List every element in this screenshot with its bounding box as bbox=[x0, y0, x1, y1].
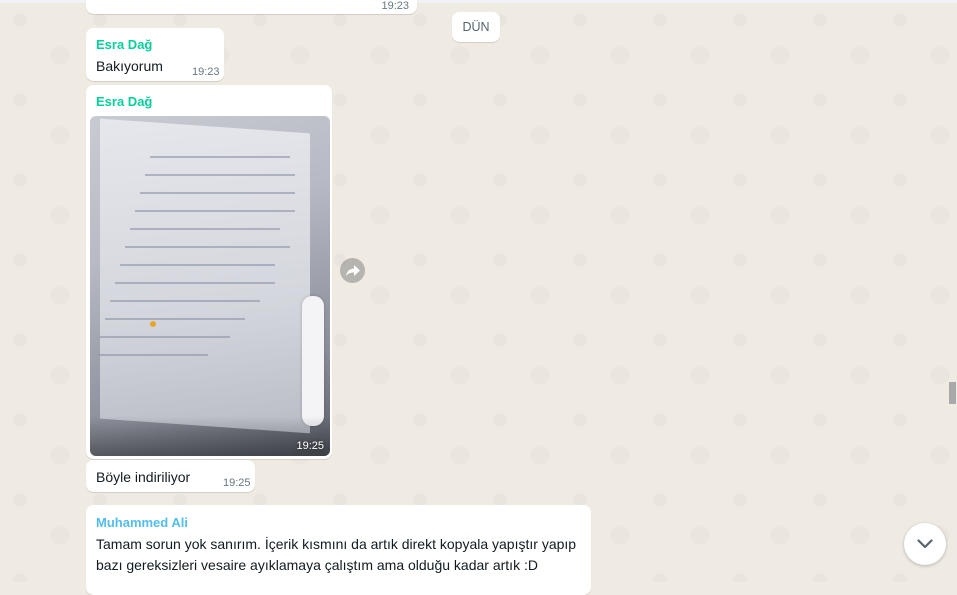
image-text-line bbox=[98, 354, 208, 356]
scrollbar-thumb[interactable] bbox=[949, 382, 956, 404]
image-content-paper bbox=[100, 118, 310, 434]
image-text-line bbox=[100, 336, 230, 338]
image-message-bubble[interactable]: Esra Dağ 19:25 bbox=[86, 85, 332, 459]
date-separator: DÜN bbox=[452, 12, 500, 42]
sender-name[interactable]: Muhammed Ali bbox=[96, 515, 188, 530]
message-time: 19:25 bbox=[223, 477, 251, 489]
sender-name[interactable]: Esra Dağ bbox=[96, 37, 152, 52]
sender-name[interactable]: Esra Dağ bbox=[96, 94, 152, 109]
image-text-line bbox=[135, 210, 295, 212]
message-bubble[interactable]: Esra Dağ Bakıyorum 19:23 bbox=[86, 28, 224, 81]
image-emoji-dot bbox=[150, 321, 156, 327]
image-text-line bbox=[130, 228, 280, 230]
image-text-line bbox=[145, 174, 295, 176]
message-text: Böyle indiriliyor bbox=[96, 469, 191, 485]
message-text-line-1: Tamam sorun yok sanırım. İçerik kısmını … bbox=[96, 536, 577, 552]
image-text-line bbox=[150, 156, 290, 158]
image-text-line bbox=[125, 246, 290, 248]
message-bubble[interactable]: Böyle indiriliyor 19:25 bbox=[86, 460, 255, 492]
image-text-line bbox=[115, 282, 275, 284]
image-attachment[interactable]: 19:25 bbox=[90, 116, 330, 456]
message-time: 19:23 bbox=[381, 0, 409, 12]
chevron-down-icon bbox=[917, 539, 933, 549]
scroll-to-bottom-button[interactable] bbox=[904, 523, 946, 565]
image-text-line bbox=[140, 192, 295, 194]
image-text-line bbox=[110, 300, 260, 302]
forward-button[interactable] bbox=[340, 258, 365, 283]
message-time: 19:23 bbox=[192, 66, 220, 78]
message-bubble-previous[interactable]: 19:23 bbox=[86, 0, 417, 14]
message-text: Bakıyorum bbox=[96, 58, 163, 74]
forward-icon bbox=[345, 264, 360, 276]
image-text-line bbox=[120, 264, 275, 266]
image-floating-panel bbox=[302, 296, 324, 426]
image-text-line bbox=[105, 318, 245, 320]
message-text-line-2: bazı gereksizleri vesaire ayıklamaya çal… bbox=[96, 557, 538, 573]
message-time: 19:25 bbox=[296, 440, 324, 452]
image-bottom-shade bbox=[90, 416, 330, 456]
